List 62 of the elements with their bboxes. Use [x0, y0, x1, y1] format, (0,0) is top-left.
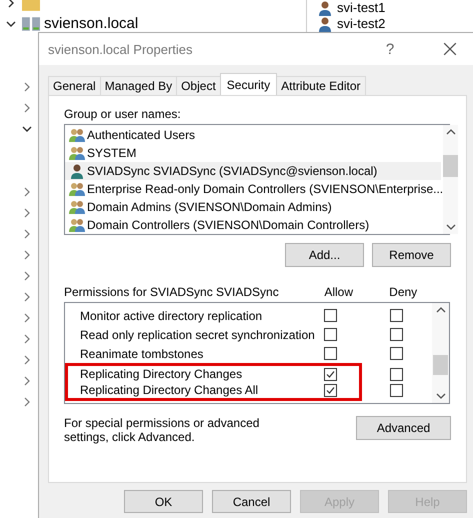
advanced-note: For special permissions or advanced settings, click Advanced. — [64, 416, 260, 444]
chevron-right-icon[interactable] — [6, 0, 16, 8]
deny-checkbox[interactable] — [390, 347, 403, 360]
group-icon — [69, 145, 85, 161]
tab[interactable]: Attribute Editor — [276, 76, 366, 95]
principal-item[interactable]: Authenticated Users — [65, 126, 444, 144]
user-item[interactable]: svi-test2 — [337, 16, 386, 31]
scroll-down-icon[interactable] — [446, 224, 456, 230]
permission-name: Reanimate tombstones — [80, 346, 204, 360]
scroll-up-icon[interactable] — [446, 129, 456, 135]
dialog-button[interactable]: Add... — [285, 243, 364, 267]
scrollbar-thumb[interactable] — [433, 355, 448, 375]
deny-checkbox[interactable] — [390, 384, 403, 396]
help-button[interactable]: ? — [375, 40, 405, 58]
scrollbar[interactable] — [443, 125, 458, 234]
tab[interactable]: Managed By — [100, 76, 178, 95]
allow-checkbox[interactable] — [324, 384, 337, 396]
deny-checkbox[interactable] — [390, 368, 403, 380]
permission-name: Replicating Directory Changes — [80, 367, 244, 381]
allow-checkbox[interactable] — [324, 347, 337, 360]
permission-name: Read only replication secret synchronization — [80, 328, 316, 342]
deny-checkbox[interactable] — [390, 328, 403, 341]
user-icon — [317, 0, 333, 16]
principal-item[interactable]: SYSTEM — [65, 144, 444, 162]
domain-icon — [22, 16, 40, 32]
advanced-button[interactable]: Advanced — [356, 416, 451, 440]
user-item[interactable]: svi-test1 — [337, 0, 386, 15]
chevron-down-icon[interactable] — [6, 18, 16, 28]
scroll-up-icon[interactable] — [436, 307, 446, 313]
tree-item[interactable]: svienson.local — [44, 15, 138, 32]
dialog-button[interactable]: Cancel — [212, 490, 291, 513]
dialog-button[interactable]: OK — [124, 490, 203, 513]
tab[interactable]: Object — [176, 76, 221, 95]
principal-item[interactable]: SVIADSync SVIADSync (SVIADSync@svienson.local) — [65, 162, 442, 180]
permission-name: Monitor active directory replication — [80, 308, 264, 322]
allow-checkbox[interactable] — [324, 309, 337, 322]
principal-item[interactable]: Domain Controllers (SVIENSON\Domain Controllers) — [65, 216, 444, 234]
window-title: svienson.local Properties — [48, 42, 194, 56]
permission-name: Replicating Directory Changes All — [80, 383, 260, 397]
dialog-button[interactable]: Remove — [372, 243, 451, 267]
column-header: Allow — [324, 285, 354, 299]
scroll-down-icon[interactable] — [436, 393, 446, 399]
allow-checkbox[interactable] — [324, 328, 337, 341]
group-icon — [69, 217, 85, 233]
group-icon — [69, 127, 85, 143]
tab[interactable]: General — [48, 76, 101, 95]
group-label: Group or user names: — [64, 107, 182, 121]
chevron-down-icon[interactable] — [22, 124, 32, 134]
user-icon — [69, 163, 85, 179]
scrollbar-thumb[interactable] — [443, 155, 458, 177]
tab[interactable]: Security — [220, 73, 278, 95]
deny-checkbox[interactable] — [390, 309, 403, 322]
close-icon — [443, 42, 457, 56]
principal-item[interactable]: Enterprise Read-only Domain Controllers (SVIENSON\Enterprise... — [65, 180, 444, 198]
principal-item[interactable]: Domain Admins (SVIENSON\Domain Admins) — [65, 198, 444, 216]
group-icon — [69, 199, 85, 215]
column-header: Deny — [389, 285, 418, 299]
group-icon — [69, 181, 85, 197]
allow-checkbox[interactable] — [324, 368, 337, 380]
user-icon — [317, 16, 333, 32]
permissions-label: Permissions for SVIADSync SVIADSync — [64, 285, 280, 299]
scrollbar[interactable] — [432, 303, 449, 403]
